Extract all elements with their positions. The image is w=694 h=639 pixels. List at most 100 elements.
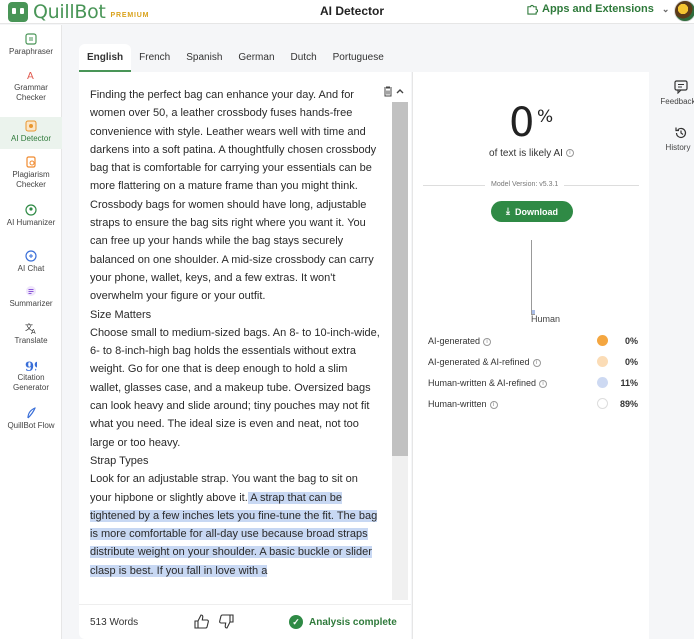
ai-humanizer-icon xyxy=(25,204,37,216)
history-icon xyxy=(675,127,687,139)
sidebar-item-label: AI Detector xyxy=(10,134,51,143)
sidebar-item-quillbot-flow[interactable]: QuillBot Flow xyxy=(0,407,62,447)
check-circle-icon: ✓ xyxy=(289,615,303,629)
paragraph: Choose small to medium-sized bags. An 8-… xyxy=(90,326,380,449)
likely-ai-text: of text is likely AI xyxy=(489,148,563,159)
svg-text:A: A xyxy=(31,328,36,334)
tab-portuguese[interactable]: Portuguese xyxy=(325,44,392,72)
info-icon[interactable]: i xyxy=(483,337,492,346)
sidebar-item-label: AI Chat xyxy=(17,264,45,273)
sidebar-item-paraphraser[interactable]: Paraphraser xyxy=(0,33,62,65)
feedback-button[interactable]: Feedback xyxy=(658,80,694,106)
highlighted-text: A strap that can be tightened by a few i… xyxy=(90,491,378,577)
ai-score-value: 0 xyxy=(509,100,535,146)
app-name: QuillBot xyxy=(33,1,106,23)
quillbot-logo-icon xyxy=(8,2,28,22)
legend-value: 89% xyxy=(619,399,638,409)
chevron-down-icon: ⌄ xyxy=(661,3,670,14)
download-icon: ⤓ xyxy=(506,206,510,216)
sidebar-item-citation-generator[interactable]: 99 Citation Generator xyxy=(0,359,62,401)
legend-value: 0% xyxy=(624,336,638,346)
ai-detector-icon xyxy=(25,120,37,132)
citation-generator-icon: 99 xyxy=(25,360,37,371)
legend-swatch xyxy=(597,335,608,346)
trash-icon[interactable] xyxy=(383,86,393,97)
sidebar-item-label: Paraphraser xyxy=(8,47,54,56)
legend-swatch xyxy=(597,377,608,388)
translate-icon: 文A xyxy=(25,322,36,334)
editor-footer: 513 Words ✓ Analysis complete xyxy=(79,604,411,639)
legend-label: AI-generated i xyxy=(428,336,492,346)
puzzle-icon xyxy=(527,4,538,15)
apps-and-extensions-button[interactable]: Apps and Extensions ⌄ xyxy=(527,3,669,15)
info-icon[interactable]: i xyxy=(565,149,574,158)
ai-chat-icon xyxy=(25,250,37,262)
sidebar-item-ai-humanizer[interactable]: AI Humanizer xyxy=(0,204,62,244)
legend-row-ai-generated: AI-generated i 0% xyxy=(428,334,638,355)
paragraph: Look for an adjustable strap. You want t… xyxy=(90,470,380,580)
avatar[interactable] xyxy=(674,0,694,22)
tab-dutch[interactable]: Dutch xyxy=(283,44,325,72)
legend-label: AI-generated & AI-refined i xyxy=(428,357,541,367)
paragraph: Strap Types xyxy=(90,454,149,467)
feedback-icon xyxy=(674,80,688,94)
model-version: Model Version: v5.3.1 xyxy=(485,181,565,188)
info-icon[interactable]: i xyxy=(539,379,548,388)
sidebar-item-label: QuillBot Flow xyxy=(7,421,55,430)
thumbs-down-icon[interactable] xyxy=(219,614,234,629)
sidebar-item-label: Citation Generator xyxy=(12,373,50,392)
grammar-checker-icon: A xyxy=(27,71,34,81)
paraphraser-icon xyxy=(25,33,37,45)
text-input-area[interactable]: Finding the perfect bag can enhance your… xyxy=(90,86,380,601)
sidebar-item-grammar-checker[interactable]: A Grammar Checker xyxy=(0,69,62,109)
info-icon[interactable]: i xyxy=(489,400,498,409)
svg-text:99: 99 xyxy=(25,360,37,371)
tab-english[interactable]: English xyxy=(79,44,132,72)
sidebar-item-label: Plagiarism Checker xyxy=(12,170,50,189)
history-label: History xyxy=(665,143,691,152)
legend-row-ai-generated-ai-refined: AI-generated & AI-refined i 0% xyxy=(428,355,638,376)
apps-and-extensions-label: Apps and Extensions xyxy=(542,3,654,15)
legend-label: Human-written i xyxy=(428,399,498,409)
svg-text:A: A xyxy=(27,71,34,81)
sidebar-item-label: AI Humanizer xyxy=(6,218,56,227)
tab-german[interactable]: German xyxy=(230,44,282,72)
legend-value: 11% xyxy=(620,378,638,388)
sidebar-item-label: Grammar Checker xyxy=(14,83,48,102)
download-button[interactable]: ⤓ Download xyxy=(491,201,573,222)
sidebar-item-label: Translate xyxy=(14,336,48,345)
word-count: 513 Words xyxy=(90,617,139,628)
paragraph: Size Matters xyxy=(90,308,152,321)
info-icon[interactable]: i xyxy=(532,358,541,367)
language-tabs: English French Spanish German Dutch Port… xyxy=(79,44,392,72)
sidebar-item-translate[interactable]: 文A Translate xyxy=(0,322,62,352)
scrollbar-thumb[interactable] xyxy=(392,102,408,456)
sidebar-item-ai-detector[interactable]: AI Detector xyxy=(0,117,62,149)
analysis-status: ✓ Analysis complete xyxy=(289,615,397,629)
sidebar-item-ai-chat[interactable]: AI Chat xyxy=(0,250,62,280)
legend-label: Human-written & AI-refined i xyxy=(428,378,548,388)
chart-axis xyxy=(531,240,532,314)
results-panel: 0 % of text is likely AI i Model Version:… xyxy=(412,72,649,639)
legend-swatch xyxy=(597,398,608,409)
score-legend: AI-generated i 0% AI-generated & AI-refin… xyxy=(428,334,638,418)
sidebar-item-plagiarism-checker[interactable]: Plagiarism Checker xyxy=(0,156,62,196)
summarizer-icon xyxy=(26,286,36,296)
thumbs-up-icon[interactable] xyxy=(194,614,209,629)
sidebar-item-label: Summarizer xyxy=(9,299,53,308)
scroll-up-icon[interactable] xyxy=(395,86,405,96)
sidebar: Paraphraser A Grammar Checker AI Detecto… xyxy=(0,25,62,639)
sidebar-item-summarizer[interactable]: Summarizer xyxy=(0,285,62,315)
right-rail: Feedback History xyxy=(650,72,694,639)
quillbot-logo[interactable]: QuillBot PREMIUM xyxy=(8,1,149,23)
top-bar: QuillBot PREMIUM AI Detector Apps and Ex… xyxy=(0,0,694,24)
plagiarism-checker-icon xyxy=(26,156,36,168)
chart-label-human: Human xyxy=(531,314,561,324)
paragraph: Crossbody bags for women should have lon… xyxy=(90,198,374,303)
tab-french[interactable]: French xyxy=(131,44,178,72)
tab-spanish[interactable]: Spanish xyxy=(178,44,230,72)
history-button[interactable]: History xyxy=(658,126,694,152)
legend-swatch xyxy=(597,356,608,367)
likely-ai-caption: of text is likely AI i xyxy=(413,148,650,159)
legend-row-human-written-ai-refined: Human-written & AI-refined i 11% xyxy=(428,376,638,397)
